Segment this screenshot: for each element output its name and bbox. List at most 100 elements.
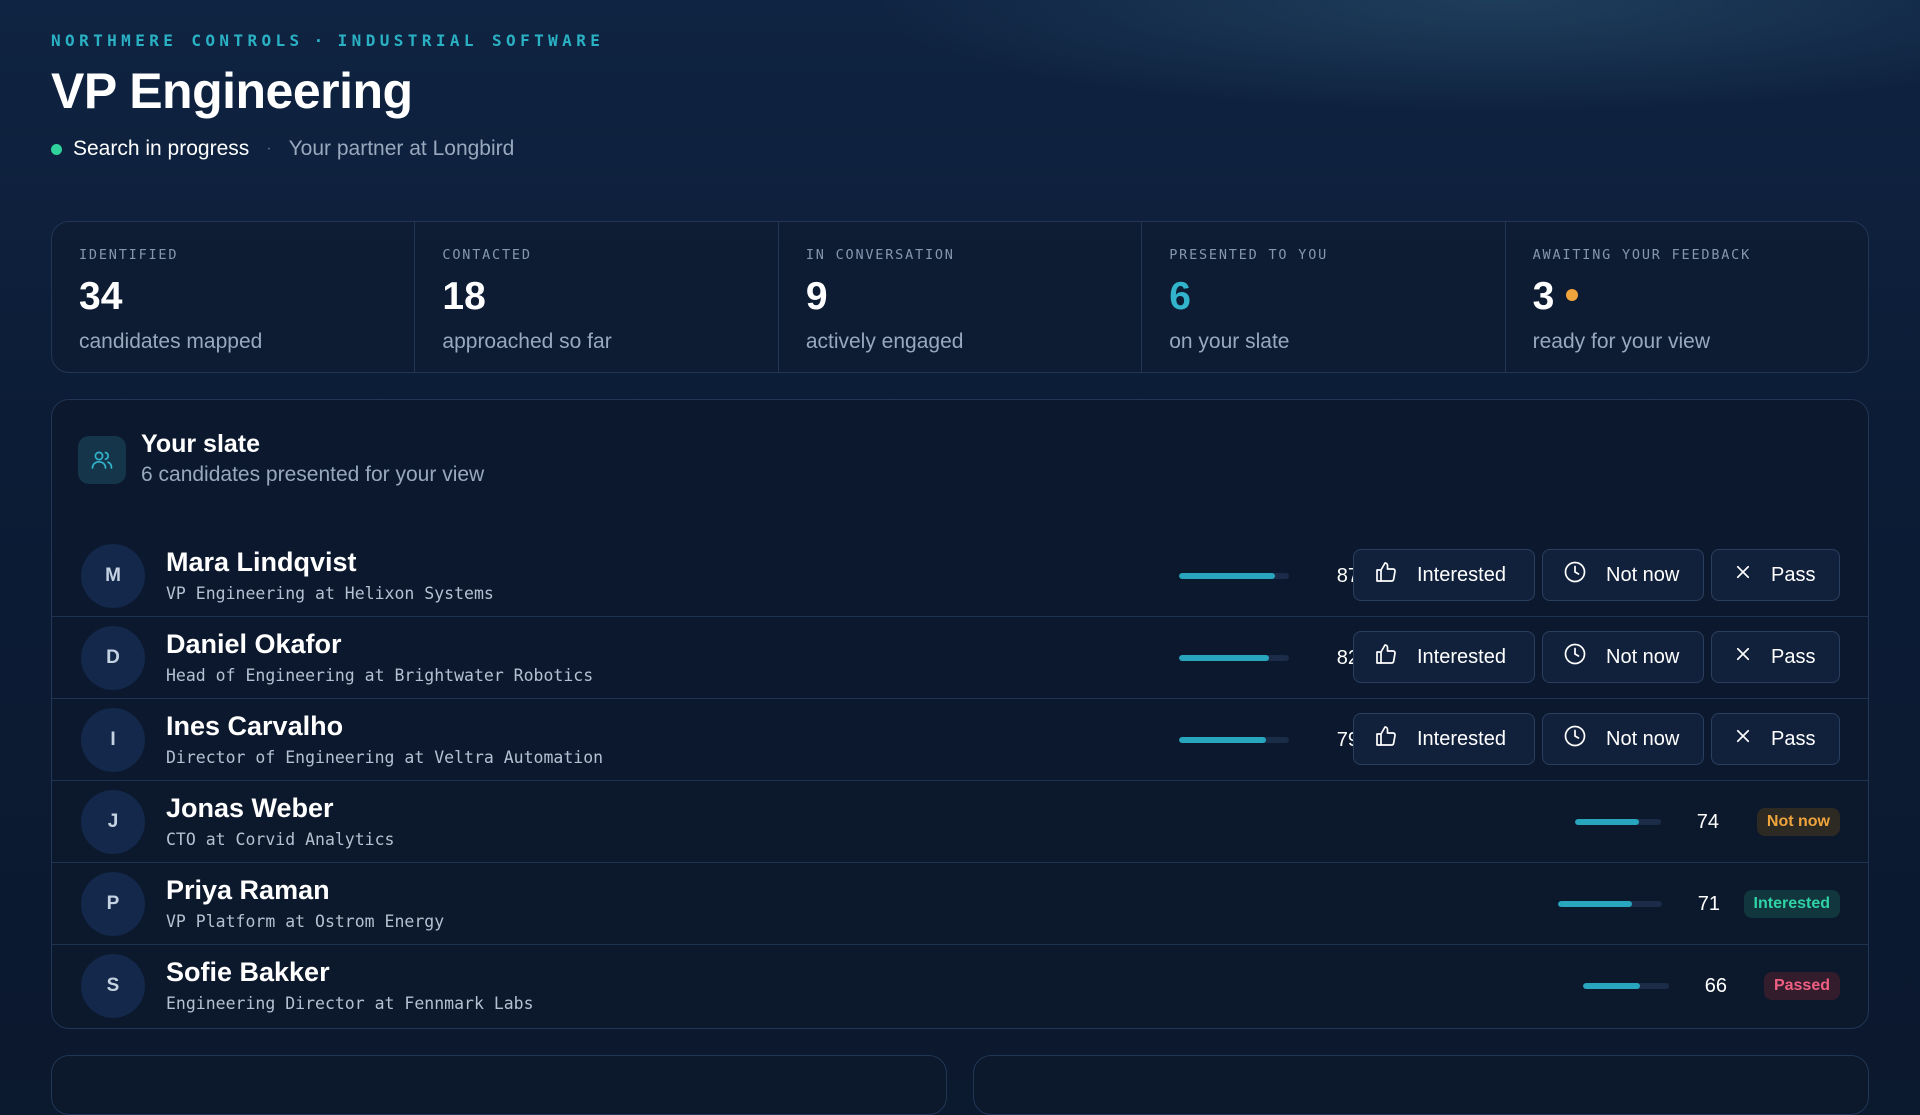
stat-value: 6 <box>1169 275 1191 318</box>
users-icon <box>78 436 126 484</box>
stat-sub: on your slate <box>1169 330 1290 353</box>
stat-sub: candidates mapped <box>79 330 263 353</box>
status-badge: Interested <box>1743 890 1840 918</box>
candidate-row[interactable]: M Mara Lindqvist VP Engineering at Helixon… <box>52 535 1868 617</box>
stat-label: IDENTIFIED <box>79 247 179 263</box>
stat-awaiting-feedback: AWAITING YOUR FEEDBACK 3 ready for your … <box>1506 222 1868 372</box>
stat-contacted: CONTACTED 18 approached so far <box>415 222 779 372</box>
pass-button[interactable]: Pass <box>1711 631 1840 683</box>
candidate-name: Daniel Okafor <box>166 629 342 659</box>
score-value: 87 <box>1336 564 1359 587</box>
clock-icon <box>1563 560 1606 590</box>
score-bar <box>1575 819 1661 825</box>
candidate-row[interactable]: P Priya Raman VP Platform at Ostrom Energy… <box>52 863 1868 945</box>
status-text: Search in progress <box>73 137 250 160</box>
stat-label: CONTACTED <box>442 247 532 263</box>
score-value: 74 <box>1696 810 1719 833</box>
not-now-button[interactable]: Not now <box>1542 549 1704 601</box>
feedback-dot-icon <box>1566 289 1579 301</box>
status-separator: · <box>266 140 272 157</box>
candidate-name: Jonas Weber <box>166 793 334 823</box>
clock-icon <box>1563 724 1606 754</box>
candidate-row[interactable]: D Daniel Okafor Head of Engineering at Bri… <box>52 617 1868 699</box>
avatar: M <box>81 544 145 608</box>
candidate-row[interactable]: S Sofie Bakker Engineering Director at Fen… <box>52 945 1868 1027</box>
stat-label: AWAITING YOUR FEEDBACK <box>1532 247 1752 263</box>
score-bar-fill <box>1179 737 1266 743</box>
candidate-name: Sofie Bakker <box>166 957 330 987</box>
match-score: 82 <box>1179 617 1359 699</box>
candidate-list: M Mara Lindqvist VP Engineering at Helixon… <box>52 535 1868 1027</box>
score-bar-fill <box>1179 655 1270 661</box>
score-bar <box>1558 901 1662 907</box>
score-bar-fill <box>1575 819 1639 825</box>
interested-button[interactable]: Interested <box>1353 713 1535 765</box>
score-bar-fill <box>1179 573 1275 579</box>
candidate-role: Director of Engineering at Veltra Automa… <box>166 748 604 767</box>
avatar: P <box>81 872 145 936</box>
status-badge: Not now <box>1756 808 1840 836</box>
match-score: 74 <box>1575 781 1719 863</box>
interested-button[interactable]: Interested <box>1353 549 1535 601</box>
partner-text: Your partner at Longbird <box>288 137 515 160</box>
stat-sub: actively engaged <box>805 330 964 353</box>
slate-subtitle: 6 candidates presented for your view <box>141 463 485 486</box>
status-badge: Passed <box>1763 972 1840 1000</box>
stat-value: 34 <box>79 275 123 318</box>
candidate-row[interactable]: I Ines Carvalho Director of Engineering at… <box>52 699 1868 781</box>
candidate-name: Priya Raman <box>166 875 330 905</box>
match-score: 71 <box>1558 863 1720 945</box>
avatar: J <box>81 790 145 854</box>
stat-presented: PRESENTED TO YOU 6 on your slate <box>1142 222 1506 372</box>
feedback-actions: Interested Not now Pass <box>1353 713 1840 765</box>
pipeline-stats: IDENTIFIED 34 candidates mapped CONTACTE… <box>51 221 1869 373</box>
score-value: 66 <box>1704 974 1727 997</box>
candidate-role: CTO at Corvid Analytics <box>166 830 395 849</box>
score-value: 71 <box>1697 892 1720 915</box>
status-dot-icon <box>51 143 62 155</box>
stat-sub: approached so far <box>442 330 612 353</box>
not-now-button[interactable]: Not now <box>1542 713 1704 765</box>
candidate-name: Ines Carvalho <box>166 711 344 741</box>
candidate-row[interactable]: J Jonas Weber CTO at Corvid Analytics 74 N… <box>52 781 1868 863</box>
score-bar <box>1179 573 1289 579</box>
stat-value: 18 <box>442 275 486 318</box>
avatar: S <box>81 954 145 1018</box>
score-bar <box>1179 655 1289 661</box>
thumbs-up-icon <box>1374 642 1417 672</box>
feedback-actions: Interested Not now Pass <box>1353 631 1840 683</box>
stat-sub: ready for your view <box>1532 330 1711 353</box>
not-now-button[interactable]: Not now <box>1542 631 1704 683</box>
feedback-actions: Interested Not now Pass <box>1353 549 1840 601</box>
score-value: 79 <box>1336 728 1359 751</box>
pass-button[interactable]: Pass <box>1711 549 1840 601</box>
match-score: 79 <box>1179 699 1359 781</box>
avatar: I <box>81 708 145 772</box>
score-bar <box>1179 737 1289 743</box>
stat-label: IN CONVERSATION <box>805 247 955 263</box>
avatar: D <box>81 626 145 690</box>
company-eyebrow: NORTHMERE CONTROLS · INDUSTRIAL SOFTWARE <box>51 31 604 50</box>
score-value: 82 <box>1336 646 1359 669</box>
score-bar <box>1583 983 1669 989</box>
candidate-name: Mara Lindqvist <box>166 547 357 577</box>
slate-panel: Your slate 6 candidates presented for yo… <box>51 399 1869 1029</box>
close-icon <box>1734 645 1771 669</box>
stat-value: 3 <box>1533 275 1841 319</box>
candidate-role: VP Engineering at Helixon Systems <box>166 584 494 603</box>
bottom-card-right <box>973 1055 1869 1115</box>
interested-button[interactable]: Interested <box>1353 631 1535 683</box>
candidate-role: VP Platform at Ostrom Energy <box>166 912 445 931</box>
match-score: 87 <box>1179 535 1359 617</box>
thumbs-up-icon <box>1374 560 1417 590</box>
pass-button[interactable]: Pass <box>1711 713 1840 765</box>
bottom-card-left <box>51 1055 947 1115</box>
eyebrow-separator: · <box>313 31 328 50</box>
stat-identified: IDENTIFIED 34 candidates mapped <box>52 222 416 372</box>
stat-in-conversation: IN CONVERSATION 9 actively engaged <box>779 222 1143 372</box>
industry-label: INDUSTRIAL SOFTWARE <box>337 31 605 50</box>
search-status: Search in progress · Your partner at Lon… <box>51 136 514 162</box>
match-score: 66 <box>1583 945 1727 1027</box>
score-bar-fill <box>1583 983 1640 989</box>
candidate-role: Engineering Director at Fennmark Labs <box>166 994 534 1013</box>
